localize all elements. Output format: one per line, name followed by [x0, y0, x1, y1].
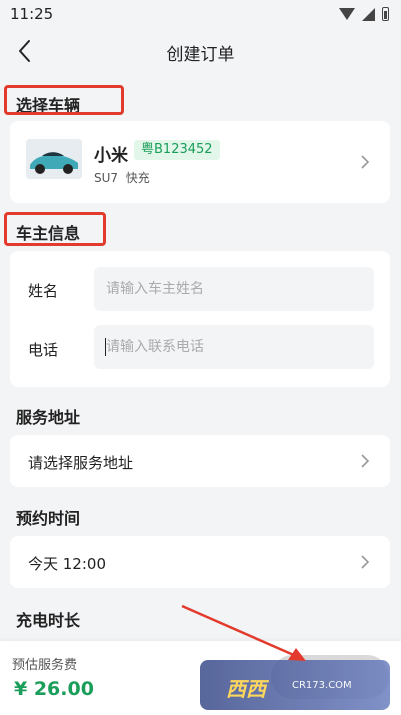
vehicle-name: 小米 [94, 146, 128, 166]
status-bar: 11:25 [0, 0, 401, 28]
watermark-text: 西西 [226, 677, 266, 701]
chevron-right-icon [360, 554, 370, 570]
chevron-right-icon [360, 154, 370, 170]
duration-section-title: 充电时长 [16, 611, 81, 630]
signal-icon [362, 7, 375, 21]
time-value: 今天 12:00 [28, 555, 106, 573]
status-time: 11:25 [10, 5, 54, 23]
text-caret [105, 338, 106, 356]
vehicle-charge-type: 快充 [125, 171, 150, 185]
status-icons [339, 6, 389, 22]
fee-label: 预估服务费 [12, 658, 78, 673]
nav-bar: 创建订单 [0, 28, 401, 74]
watermark-subtext: CR173.COM [292, 680, 352, 691]
address-section-title: 服务地址 [16, 408, 81, 427]
vehicle-model: SU7 [94, 171, 119, 185]
battery-icon [382, 7, 389, 21]
address-card[interactable]: 请选择服务地址 [10, 435, 390, 487]
owner-phone-input[interactable]: 请输入联系电话 [94, 325, 374, 369]
chevron-right-icon [360, 453, 370, 469]
fee-value: ¥ 26.00 [14, 678, 94, 700]
phone-label: 电话 [28, 341, 59, 359]
address-value: 请选择服务地址 [28, 454, 134, 472]
page-title: 创建订单 [166, 45, 235, 65]
vehicle-section-title: 选择车辆 [16, 96, 81, 115]
wifi-icon [339, 8, 355, 20]
owner-section-title: 车主信息 [16, 224, 81, 243]
time-section-title: 预约时间 [16, 509, 81, 528]
owner-card: 姓名 请输入车主姓名 电话 请输入联系电话 [10, 251, 390, 387]
car-image [26, 139, 82, 179]
vehicle-card[interactable]: 小米 粤B123452 SU7 快充 [10, 121, 390, 203]
watermark-logo: 西西 CR173.COM [200, 660, 390, 710]
time-card[interactable]: 今天 12:00 [10, 536, 390, 588]
name-label: 姓名 [28, 282, 59, 300]
owner-name-input[interactable]: 请输入车主姓名 [94, 267, 374, 311]
vehicle-subtitle: SU7 快充 [94, 169, 150, 186]
license-plate-badge: 粤B123452 [134, 140, 220, 160]
